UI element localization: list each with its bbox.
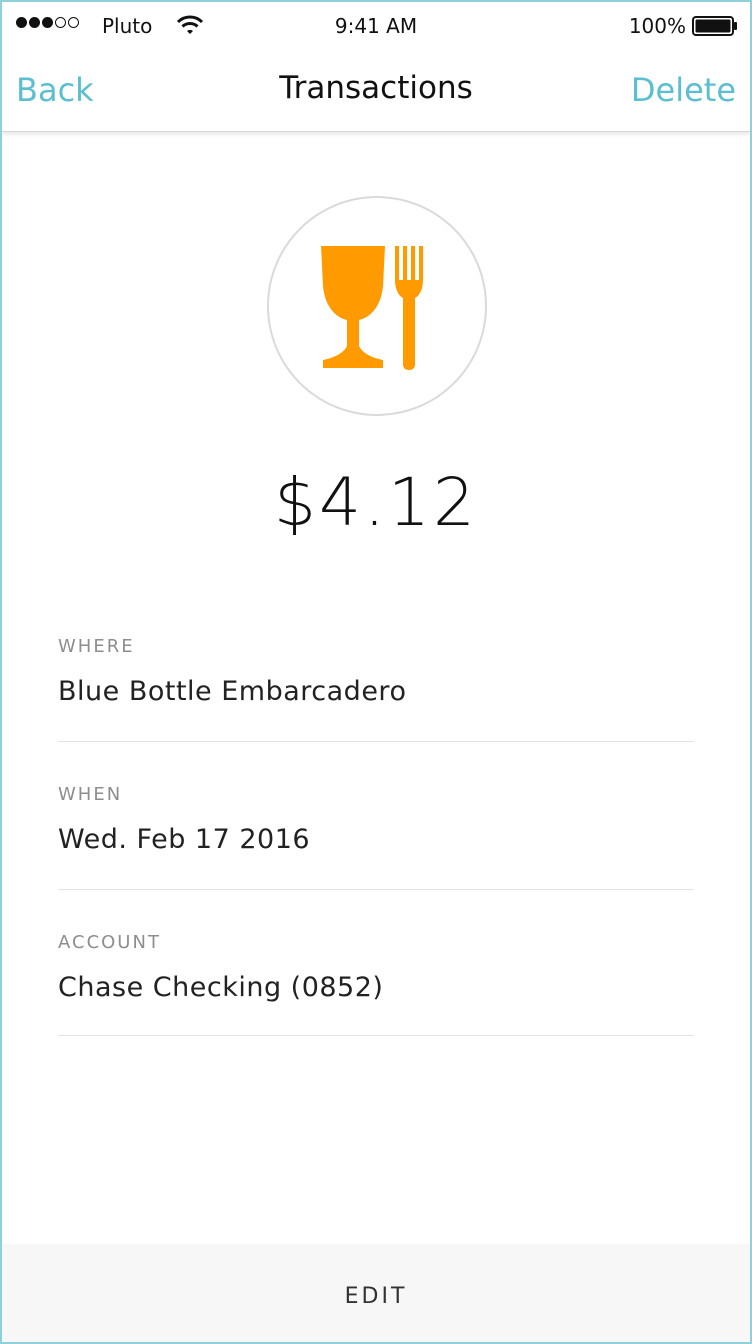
transaction-detail-screen: Pluto 9:41 AM 100% Back Transactions Del… <box>0 0 752 1344</box>
field-where[interactable]: WHERE Blue Bottle Embarcadero <box>58 636 694 742</box>
field-value: Blue Bottle Embarcadero <box>58 676 407 707</box>
edit-button[interactable]: EDIT <box>2 1284 750 1309</box>
delete-button[interactable]: Delete <box>631 71 736 109</box>
edit-bar: EDIT <box>2 1244 750 1342</box>
field-value: Chase Checking (0852) <box>58 972 384 1003</box>
field-label: WHEN <box>58 784 123 805</box>
field-label: ACCOUNT <box>58 932 161 953</box>
navigation-bar: Back Transactions Delete <box>2 52 750 132</box>
battery-percentage: 100% <box>628 14 686 38</box>
battery-icon <box>692 16 737 36</box>
food-drink-icon <box>321 246 423 370</box>
category-badge <box>267 196 487 416</box>
field-value: Wed. Feb 17 2016 <box>58 824 311 855</box>
field-account[interactable]: ACCOUNT Chase Checking (0852) <box>58 932 694 1036</box>
transaction-amount: $4.12 <box>274 464 478 541</box>
status-bar: Pluto 9:41 AM 100% <box>2 2 750 52</box>
field-label: WHERE <box>58 636 135 657</box>
field-when[interactable]: WHEN Wed. Feb 17 2016 <box>58 784 694 890</box>
